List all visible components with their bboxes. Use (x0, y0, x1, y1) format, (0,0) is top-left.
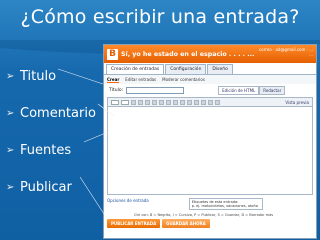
bullet-fuentes: ➢ Fuentes (6, 132, 96, 169)
preview-link[interactable]: Vista previa (285, 100, 309, 105)
tab-layout[interactable]: Diseño (207, 64, 233, 74)
align-center-icon[interactable] (166, 99, 171, 105)
labels-hint: p. ej. motocicletas, vacaciones, otoño (191, 204, 258, 208)
justify-icon[interactable] (180, 99, 185, 105)
account-line: ... (309, 52, 313, 57)
labels-field[interactable]: Etiquetas de esta entrada: p. ej. motoci… (188, 198, 263, 210)
slide-title: ¿Cómo escribir una entrada? (20, 6, 300, 28)
subtab-edit-posts[interactable]: Editar entradas (125, 77, 156, 82)
italic-icon[interactable] (138, 99, 143, 105)
align-left-icon[interactable] (159, 99, 164, 105)
bullet-comentario: ➢ Comentario (6, 95, 96, 132)
image-icon[interactable] (215, 99, 220, 105)
blogger-editor-screenshot: B Sí, yo he estado en el espacio . . . .… (103, 44, 317, 239)
keyboard-shortcuts-hint: Ctrl con: B = Negrita, I = Cursiva, P = … (134, 213, 274, 217)
arrow-bullet-icon: ➢ (6, 145, 15, 156)
numbered-list-icon[interactable] (187, 99, 192, 105)
size-select[interactable] (121, 99, 129, 105)
post-body-editor[interactable] (107, 107, 313, 195)
title-row: Título: Edición de HTML Redactar (104, 84, 316, 97)
bullet-titulo: ➢ Titulo (6, 58, 96, 95)
blogger-header: B Sí, yo he estado en el espacio . . . .… (104, 45, 316, 63)
save-now-button[interactable]: GUARDAR AHORA (162, 219, 210, 228)
editor-toolbar: Vista previa (107, 97, 313, 107)
editor-mode-tabs: Edición de HTML Redactar (218, 86, 286, 95)
font-select[interactable] (111, 99, 119, 105)
post-options-row: Opciones de entrada Etiquetas de esta en… (107, 198, 313, 212)
title-label: Título: (109, 88, 124, 93)
blogger-logo-icon: B (107, 48, 118, 60)
bullet-label: Fuentes (20, 143, 72, 158)
blog-name: Sí, yo he estado en el espacio . . . . .… (121, 50, 255, 58)
compose-mode-tab[interactable]: Redactar (259, 86, 286, 95)
main-tabs: Creación de entradas Configuración Diseñ… (104, 63, 316, 75)
quote-icon[interactable] (201, 99, 206, 105)
post-options-link[interactable]: Opciones de entrada (107, 198, 149, 203)
action-buttons: PUBLICAR ENTRADA GUARDAR AHORA (104, 219, 316, 228)
publish-button[interactable]: PUBLICAR ENTRADA (107, 219, 161, 228)
sub-tabs: Crear Editar entradas Moderar comentario… (104, 75, 316, 84)
html-mode-tab[interactable]: Edición de HTML (218, 86, 260, 95)
arrow-bullet-icon: ➢ (6, 71, 15, 82)
bullet-label: Comentario (20, 106, 96, 121)
account-line: correo · ad@gmail.com · ... (258, 47, 313, 52)
tab-settings[interactable]: Configuración (165, 64, 207, 74)
bullet-label: Publicar (20, 180, 72, 195)
spellcheck-icon[interactable] (208, 99, 213, 105)
account-info: correo · ad@gmail.com · ... ... (259, 47, 313, 57)
bullet-list: ➢ Titulo ➢ Comentario ➢ Fuentes ➢ Publicar (6, 58, 96, 206)
arrow-bullet-icon: ➢ (6, 108, 15, 119)
bullet-label: Titulo (20, 69, 57, 84)
text-color-icon[interactable] (145, 99, 150, 105)
bold-icon[interactable] (131, 99, 136, 105)
link-icon[interactable] (152, 99, 157, 105)
arrow-bullet-icon: ➢ (6, 182, 15, 193)
subtab-create[interactable]: Crear (107, 77, 120, 83)
title-input[interactable] (126, 87, 185, 94)
bullet-publicar: ➢ Publicar (6, 169, 96, 206)
align-right-icon[interactable] (173, 99, 178, 105)
bullet-list-icon[interactable] (194, 99, 199, 105)
tab-posting[interactable]: Creación de entradas (106, 64, 165, 74)
subtab-moderate[interactable]: Moderar comentarios (162, 77, 205, 82)
